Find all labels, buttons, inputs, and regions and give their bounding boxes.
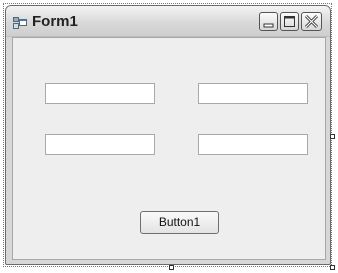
minimize-button[interactable]	[259, 12, 278, 31]
button1[interactable]: Button1	[140, 211, 219, 234]
window-icon	[13, 16, 27, 29]
close-button[interactable]	[301, 12, 322, 31]
window-title: Form1	[32, 13, 78, 30]
maximize-button[interactable]	[280, 12, 299, 31]
maximize-icon	[284, 16, 295, 27]
resize-handle-bottom[interactable]	[169, 265, 174, 270]
form-designer-surface: Form1 Button1	[0, 0, 338, 273]
resize-handle-right[interactable]	[330, 134, 335, 139]
title-bar[interactable]: Form1	[6, 6, 330, 37]
textbox-3[interactable]	[45, 134, 155, 155]
form-window[interactable]: Form1 Button1	[5, 5, 331, 265]
form-client-area: Button1	[12, 37, 326, 260]
textbox-2[interactable]	[198, 83, 308, 104]
close-icon	[304, 14, 319, 29]
textbox-1[interactable]	[45, 83, 155, 104]
minimize-icon	[263, 23, 274, 28]
textbox-4[interactable]	[198, 134, 308, 155]
resize-handle-corner[interactable]	[330, 265, 335, 270]
